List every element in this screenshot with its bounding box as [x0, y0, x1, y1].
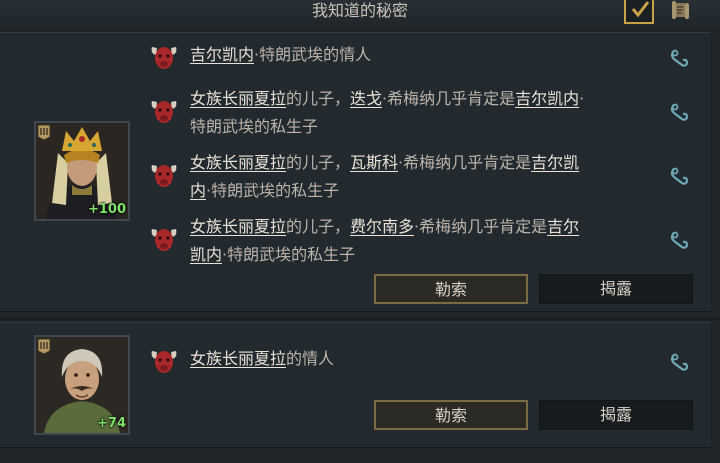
- red-bull-head-icon: [151, 351, 177, 373]
- secret-text-part: 的儿子，: [286, 89, 351, 108]
- character-link[interactable]: 女族长丽夏拉: [190, 153, 286, 172]
- filter-checkbox[interactable]: [624, 0, 654, 24]
- secret-text-part: ·希梅纳几乎肯定是: [414, 217, 548, 236]
- secret-text-part: ·特朗武埃的私生子: [206, 181, 340, 200]
- opinion-value: +100: [87, 202, 126, 217]
- hook-link-icon[interactable]: [668, 229, 690, 251]
- opinion-value: +74: [97, 416, 126, 431]
- blackmail-button[interactable]: 勒索: [374, 274, 528, 304]
- character-link[interactable]: 吉尔凯内: [515, 89, 579, 108]
- character-secrets-panel-1: +100 吉尔凯内·特朗武埃的情人 女族长丽夏拉的儿子，迭戈·希梅纳几乎肯定是吉…: [0, 32, 710, 312]
- character-link[interactable]: 女族长丽夏拉: [190, 349, 286, 368]
- secret-row: 吉尔凯内·特朗武埃的情人: [148, 41, 708, 73]
- character-link[interactable]: 费尔南多: [350, 217, 414, 236]
- character-link[interactable]: 女族长丽夏拉: [190, 217, 286, 236]
- hook-link-icon[interactable]: [668, 351, 690, 373]
- page-title: 我知道的秘密: [311, 1, 408, 20]
- hook-link-icon[interactable]: [668, 165, 690, 187]
- red-bull-head-icon: [151, 229, 177, 251]
- checkmark-icon: [631, 1, 650, 18]
- rank-badge-icon: [37, 338, 51, 355]
- expose-button[interactable]: 揭露: [539, 274, 693, 304]
- secret-text-part: 的情人: [286, 349, 335, 368]
- character-link[interactable]: 迭戈: [350, 89, 382, 108]
- secret-text-part: ·特朗武埃的私生子: [222, 245, 356, 264]
- secret-row: 女族长丽夏拉的情人: [148, 345, 708, 377]
- secret-text-part: 的儿子，: [286, 217, 351, 236]
- hook-link-icon[interactable]: [668, 101, 690, 123]
- portrait-1[interactable]: +100: [34, 121, 130, 221]
- blackmail-button[interactable]: 勒索: [374, 400, 528, 430]
- secret-row: 女族长丽夏拉的儿子，费尔南多·希梅纳几乎肯定是吉尔凯内·特朗武埃的私生子: [148, 213, 708, 269]
- expose-button[interactable]: 揭露: [539, 400, 693, 430]
- secret-row: 女族长丽夏拉的儿子，瓦斯科·希梅纳几乎肯定是吉尔凯内·特朗武埃的私生子: [148, 149, 708, 205]
- secret-text: 女族长丽夏拉的儿子，费尔南多·希梅纳几乎肯定是吉尔凯内·特朗武埃的私生子: [190, 213, 590, 269]
- character-link[interactable]: 女族长丽夏拉: [190, 89, 286, 108]
- secret-text: 女族长丽夏拉的儿子，瓦斯科·希梅纳几乎肯定是吉尔凯内·特朗武埃的私生子: [190, 149, 590, 205]
- secret-text-part: ·希梅纳几乎肯定是: [398, 153, 532, 172]
- secret-text-part: ·特朗武埃的情人: [254, 45, 372, 64]
- divider: [0, 318, 720, 320]
- character-link[interactable]: 瓦斯科: [350, 153, 398, 172]
- character-link[interactable]: 吉尔凯内: [190, 45, 254, 64]
- hook-link-icon[interactable]: [668, 47, 690, 69]
- red-bull-head-icon: [151, 165, 177, 187]
- secret-text-part: 的儿子，: [286, 153, 351, 172]
- rank-badge-icon: [37, 124, 51, 141]
- red-bull-head-icon: [151, 101, 177, 123]
- scroll-icon[interactable]: [668, 0, 692, 22]
- header: 我知道的秘密: [0, 0, 720, 30]
- secret-text-part: ·希梅纳几乎肯定是: [382, 89, 516, 108]
- secret-text: 女族长丽夏拉的儿子，迭戈·希梅纳几乎肯定是吉尔凯内·特朗武埃的私生子: [190, 85, 590, 141]
- red-bull-head-icon: [151, 47, 177, 69]
- secret-text: 吉尔凯内·特朗武埃的情人: [190, 41, 590, 69]
- portrait-2[interactable]: +74: [34, 335, 130, 435]
- character-secrets-panel-2: +74 女族长丽夏拉的情人 勒索 揭露: [0, 322, 710, 448]
- secret-text: 女族长丽夏拉的情人: [190, 345, 590, 373]
- secret-row: 女族长丽夏拉的儿子，迭戈·希梅纳几乎肯定是吉尔凯内·特朗武埃的私生子: [148, 85, 708, 141]
